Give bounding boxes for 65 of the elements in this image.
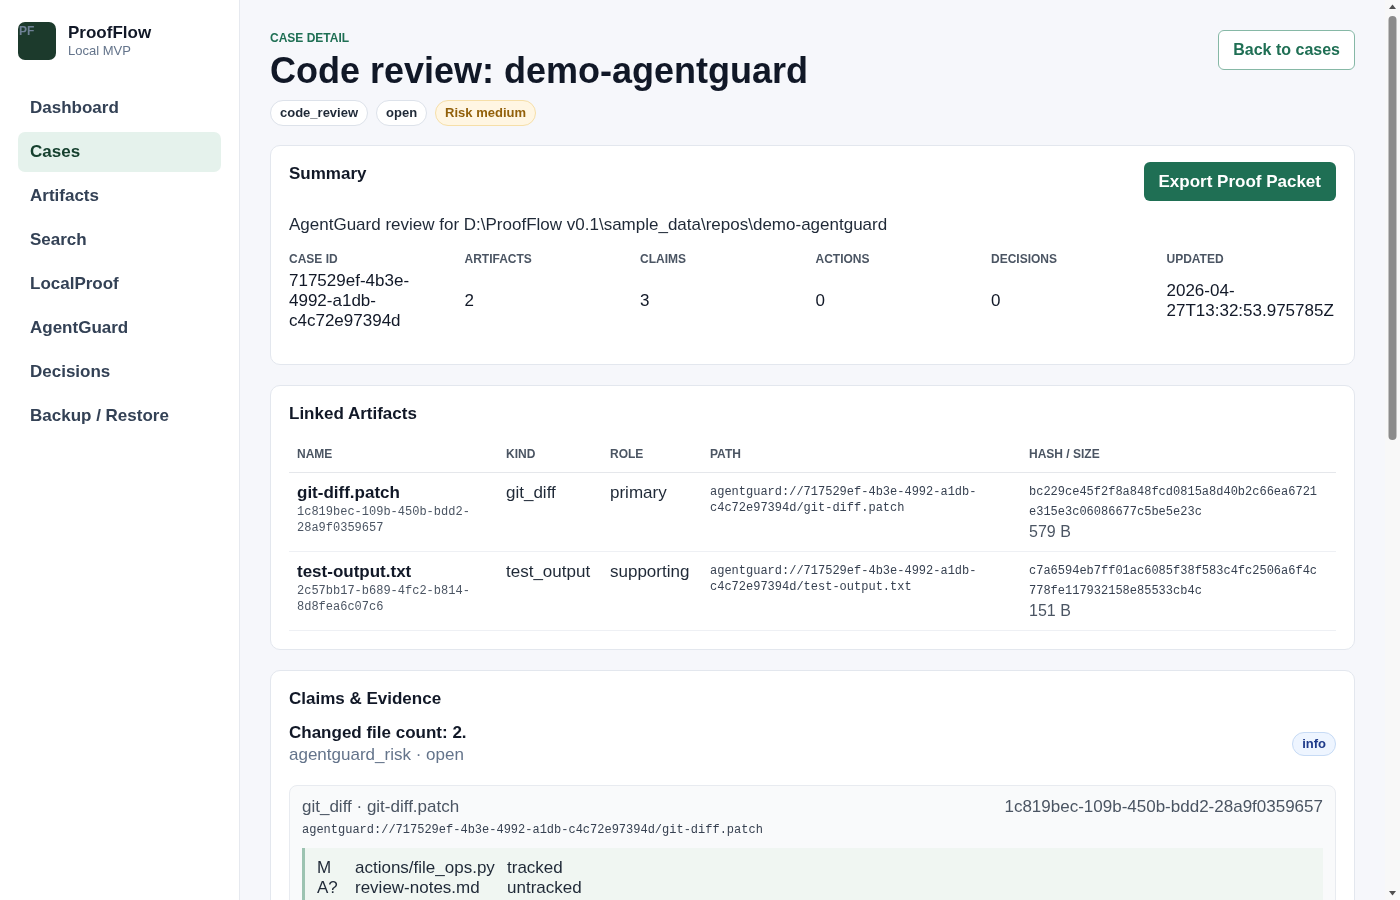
stat-label: ACTIONS (815, 251, 871, 267)
artifact-id: 2c57bb17-b689-4fc2-b814-8d8fea6c07c6 (297, 583, 471, 615)
evidence-path: agentguard://717529ef-4b3e-4992-a1db-c4c72e97394d/git-diff.patch (302, 822, 764, 838)
diff-status: A? (317, 878, 339, 898)
column-header: ROLE (602, 436, 702, 473)
export-button[interactable]: Export Proof Packet (1143, 162, 1336, 201)
section-title: Claims & Evidence (289, 689, 443, 709)
diff-file: review-notes.md (355, 878, 481, 898)
nav-item[interactable]: Decisions (18, 352, 221, 392)
claim-meta: agentguard_risk · open (289, 744, 465, 766)
brand-subtitle: Local MVP (68, 43, 132, 59)
artifact-name[interactable]: test-output.txt (297, 561, 490, 583)
evidence-id: 1c819bec-109b-450b-bdd2-28a9f0359657 (1004, 796, 1323, 818)
stat-value: 0 (991, 291, 1002, 311)
stat-value: 3 (640, 291, 651, 311)
evidence-source: git_diff · git-diff.patch (302, 796, 460, 818)
stat-value: 717529ef-4b3e-4992-a1db-c4c72e97394d (289, 271, 411, 331)
table-cell: supporting (602, 551, 702, 631)
stat-label: CASE ID (289, 251, 339, 267)
stat-label: ARTIFACTS (464, 251, 533, 267)
page-eyebrow: CASE DETAIL (270, 30, 351, 46)
table-cell: test_output (498, 551, 602, 631)
stat-label: CLAIMS (640, 251, 687, 267)
logo: PF (18, 22, 56, 60)
diff-status: M (317, 858, 333, 878)
tag: code_review (270, 100, 369, 126)
severity-tag: info (1292, 732, 1336, 756)
nav-item[interactable]: Search (18, 220, 221, 260)
nav-item[interactable]: Dashboard (18, 88, 221, 128)
column-header: KIND (498, 436, 602, 473)
column-header: NAME (289, 436, 498, 473)
column-header: HASH / SIZE (1021, 436, 1336, 473)
nav-item[interactable]: LocalProof (18, 264, 221, 304)
stat-label: UPDATED (1166, 251, 1225, 267)
claim-title: Changed file count: 2. (289, 722, 467, 744)
brand-name: ProofFlow (68, 23, 152, 43)
case-description: AgentGuard review for D:\ProofFlow v0.1\sample_data\repos\demo-agentguard (289, 214, 889, 236)
stat-value: 0 (815, 291, 826, 311)
artifact-id: 1c819bec-109b-450b-bdd2-28a9f0359657 (297, 504, 471, 536)
table-cell: git_diff (498, 472, 602, 552)
artifact-size: 151 B (1029, 601, 1072, 621)
diff-tracking: tracked (507, 858, 564, 878)
column-header: PATH (702, 436, 1021, 473)
nav-item[interactable]: AgentGuard (18, 308, 221, 348)
diff-tracking: untracked (507, 878, 583, 898)
diff-file: actions/file_ops.py (355, 858, 496, 878)
section-title: Summary (289, 164, 367, 184)
stat-value: 2 (464, 291, 475, 311)
section-title: Linked Artifacts (289, 404, 418, 424)
artifact-hash: c7a6594eb7ff01ac6085f38f583c4fc2506a6f4c778fe117932158e85533cb4c (1029, 563, 1319, 600)
back-button[interactable]: Back to cases (1218, 30, 1355, 70)
page-title: Code review: demo-agentguard (270, 49, 809, 93)
artifact-hash: bc229ce45f2f8a848fcd0815a8d40b2c66ea6721e315e3c06086677c5be5e23c (1029, 484, 1319, 521)
tag: Risk medium (435, 100, 537, 126)
stat-label: DECISIONS (991, 251, 1058, 267)
artifact-size: 579 B (1029, 522, 1072, 542)
nav-item[interactable]: Cases (18, 132, 221, 172)
stat-value: 2026-04-27T13:32:53.975785Z (1166, 281, 1335, 321)
nav-item[interactable]: Artifacts (18, 176, 221, 216)
table-cell: agentguard://717529ef-4b3e-4992-a1db-c4c72e97394d/git-diff.patch (702, 472, 1021, 552)
table-cell: agentguard://717529ef-4b3e-4992-a1db-c4c72e97394d/test-output.txt (702, 551, 1021, 631)
tag: open (376, 100, 428, 126)
artifact-name[interactable]: git-diff.patch (297, 482, 490, 504)
table-cell: primary (602, 472, 702, 552)
nav-item[interactable]: Backup / Restore (18, 396, 221, 436)
